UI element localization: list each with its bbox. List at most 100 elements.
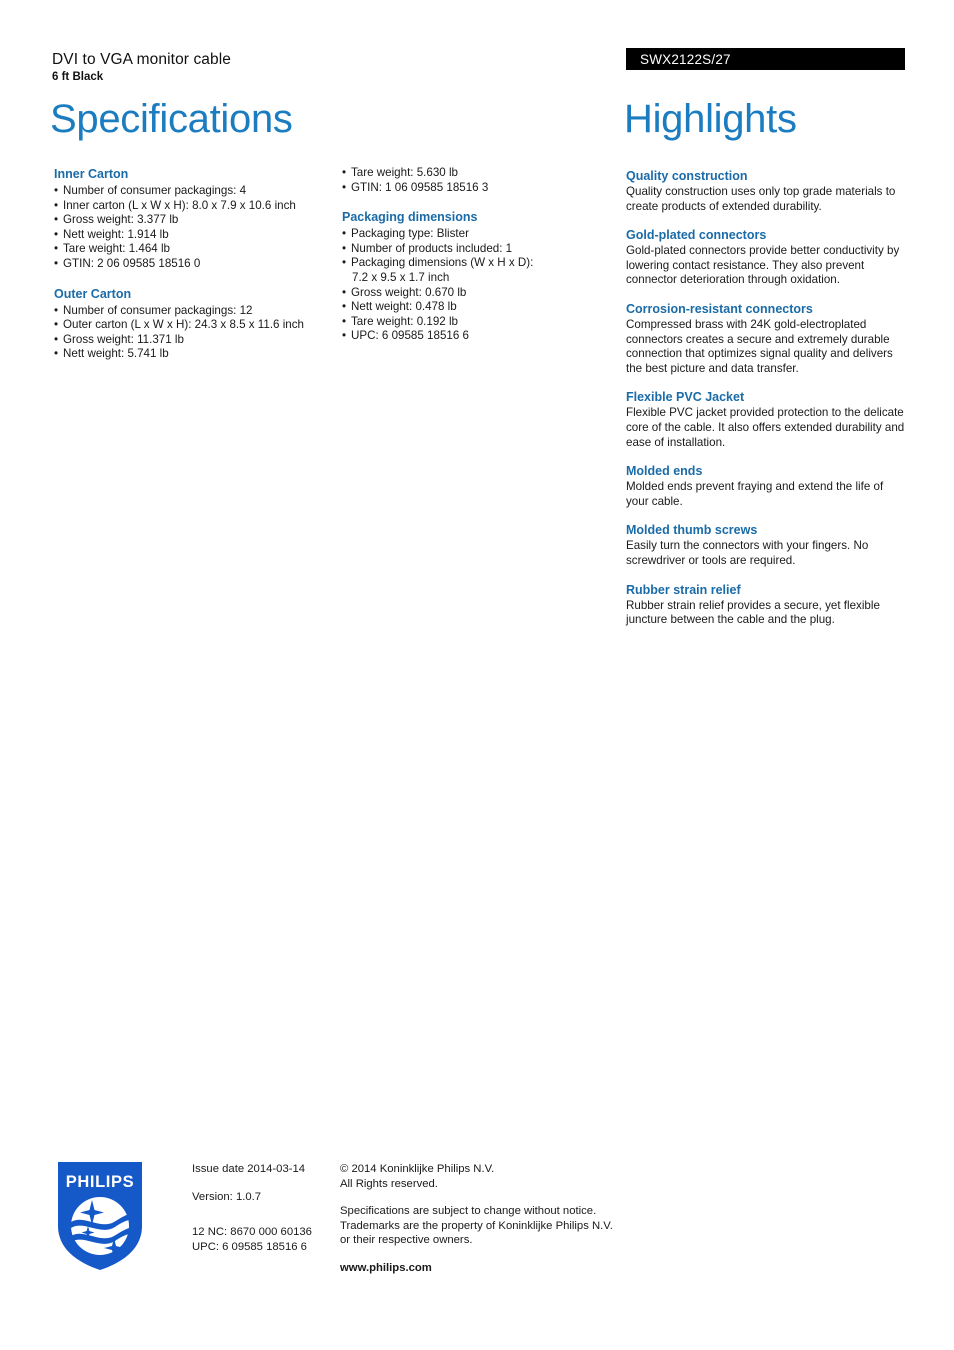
spec-item-text: Packaging dimensions (W x H x D):: [351, 256, 534, 270]
page-title: Specifications: [50, 97, 293, 141]
spec-item-text: Tare weight: 1.464 lb: [63, 242, 170, 256]
bullet-icon: •: [342, 227, 347, 241]
bullet-icon: •: [342, 329, 347, 343]
highlight-block: Rubber strain relief Rubber strain relief…: [626, 582, 908, 628]
copyright-line-1: © 2014 Koninklijke Philips N.V.: [340, 1163, 495, 1175]
highlight-heading: Gold-plated connectors: [626, 228, 767, 243]
spec-item: • Gross weight: 0.670 lb: [342, 286, 617, 301]
spec-group: Outer Carton • Number of consumer packagin…: [54, 286, 334, 362]
spec-item: • Number of consumer packagings: 4: [54, 184, 334, 199]
spec-item: • Number of consumer packagings: 12: [54, 304, 334, 319]
spec-item: • Nett weight: 5.741 lb: [54, 347, 334, 362]
highlight-block: Gold-plated connectors Gold-plated connec…: [626, 227, 908, 288]
spec-item-text: Tare weight: 5.630 lb: [351, 166, 458, 179]
bullet-icon: •: [342, 166, 347, 179]
spec-item: • Inner carton (L x W x H): 8.0 x 7.9 x 1…: [54, 199, 334, 214]
spec-item: • Tare weight: 1.464 lb: [54, 242, 334, 257]
bullet-icon: •: [54, 184, 59, 197]
spec-item-text: Gross weight: 11.371 lb: [63, 332, 184, 346]
highlight-block: Corrosion-resistant connectors Compressed…: [626, 301, 908, 376]
spec-item: • Gross weight: 3.377 lb: [54, 213, 334, 228]
spec-item: • Tare weight: 5.630 lb: [342, 166, 617, 181]
bullet-icon: •: [54, 242, 59, 256]
highlight-body: Flexible PVC jacket provided protection …: [626, 406, 905, 449]
bullet-icon: •: [54, 227, 59, 241]
highlight-heading: Quality construction: [626, 169, 748, 183]
bullet-icon: •: [342, 300, 347, 314]
spec-item: • Nett weight: 0.478 lb: [342, 300, 617, 315]
highlight-block: Flexible PVC Jacket Flexible PVC jacket p…: [626, 389, 908, 450]
spec-group: • Tare weight: 5.630 lb • GTIN: 1 06 09585 …: [342, 166, 617, 195]
spec-item-text: Inner carton (L x W x H): 8.0 x 7.9 x 10…: [63, 198, 296, 212]
spec-item-text: Nett weight: 5.741 lb: [63, 347, 169, 361]
bullet-icon: •: [342, 180, 347, 194]
highlight-block: Quality construction Quality construction…: [626, 168, 908, 214]
highlights-title: Highlights: [624, 97, 797, 141]
highlight-body: Quality construction uses only top grade…: [626, 185, 896, 213]
spec-item-text: Nett weight: 0.478 lb: [351, 300, 457, 314]
highlight-body: Molded ends prevent fraying and extend t…: [626, 480, 884, 508]
philips-logo: PHILIPS: [58, 1162, 142, 1270]
highlight-heading: Molded thumb screws: [626, 523, 758, 538]
footer-legal: © 2014 Koninklijke Philips N.V. All Righ…: [340, 1162, 640, 1276]
highlight-heading: Flexible PVC Jacket: [626, 390, 745, 405]
spec-item-text: Packaging type: Blister: [351, 227, 469, 241]
website-link[interactable]: www.philips.com: [340, 1261, 640, 1276]
footer-identifiers: Issue date 2014-03-14 Version: 1.0.7 12 …: [192, 1162, 332, 1254]
spec-group: Packaging dimensions • Packaging type: Bli…: [342, 209, 617, 344]
spec-item-text: GTIN: 2 06 09585 18516 0: [63, 256, 201, 270]
model-number-bar: SWX2122S/27: [626, 48, 905, 70]
spec-item: • Outer carton (L x W x H): 24.3 x 8.5 x …: [54, 318, 334, 333]
highlight-block: Molded ends Molded ends prevent fraying a…: [626, 463, 908, 509]
upc: UPC: 6 09585 18516 6: [192, 1240, 307, 1253]
spec-item: • Gross weight: 11.371 lb: [54, 333, 334, 348]
spec-item-text: Gross weight: 3.377 lb: [63, 213, 179, 227]
twelve-nc: 12 NC: 8670 000 60136: [192, 1226, 312, 1239]
spec-item-text: Gross weight: 0.670 lb: [351, 285, 467, 299]
highlights-column: Quality construction Quality construction…: [626, 168, 908, 628]
bullet-icon: •: [54, 303, 59, 317]
copyright-line-2: All Rights reserved.: [340, 1177, 438, 1190]
highlight-heading: Rubber strain relief: [626, 582, 741, 597]
bullet-icon: •: [342, 314, 347, 328]
spec-item: • Packaging type: Blister: [342, 227, 617, 242]
specifications-column-2: • Tare weight: 5.630 lb • GTIN: 1 06 09585 …: [342, 166, 617, 344]
disclaimer-line-2: Trademarks are the property of Koninklij…: [340, 1219, 613, 1232]
highlight-heading: Molded ends: [626, 464, 703, 479]
bullet-icon: •: [54, 198, 59, 212]
product-variant: 6 ft Black: [52, 71, 104, 83]
bullet-icon: •: [54, 256, 59, 270]
disclaimer-line-3: or their respective owners.: [340, 1234, 473, 1247]
highlight-body: Gold-plated connectors provide better co…: [626, 244, 900, 287]
spec-item-text: Number of consumer packagings: 12: [63, 303, 253, 317]
spec-item: • GTIN: 1 06 09585 18516 3: [342, 181, 617, 196]
svg-text:PHILIPS: PHILIPS: [66, 1173, 134, 1191]
spec-item-text: Number of consumer packagings: 4: [63, 184, 247, 197]
document-header-left: DVI to VGA monitor cable 6 ft Black: [52, 50, 592, 85]
issue-date: Issue date 2014-03-14: [192, 1163, 306, 1175]
product-name: DVI to VGA monitor cable: [52, 51, 232, 68]
model-number: SWX2122S/27: [640, 52, 731, 67]
spec-item-text: Nett weight: 1.914 lb: [63, 227, 169, 241]
disclaimer-line-1: Specifications are subject to change wit…: [340, 1205, 597, 1218]
bullet-icon: •: [342, 241, 347, 255]
spec-item-text: GTIN: 1 06 09585 18516 3: [351, 180, 489, 194]
spec-item: • Packaging dimensions (W x H x D): 7.2 x …: [342, 256, 617, 285]
spec-item-continuation: 7.2 x 9.5 x 1.7 inch: [352, 270, 450, 284]
bullet-icon: •: [342, 285, 347, 299]
bullet-icon: •: [54, 213, 59, 227]
spec-item: • Number of products included: 1: [342, 242, 617, 257]
spec-group: Inner Carton • Number of consumer packagin…: [54, 166, 334, 272]
spec-item-text: Number of products included: 1: [351, 241, 513, 255]
highlight-heading: Corrosion-resistant connectors: [626, 301, 813, 316]
highlight-block: Molded thumb screws Easily turn the conne…: [626, 522, 908, 568]
spec-group-heading: Packaging dimensions: [342, 210, 478, 225]
spec-group-heading: Inner Carton: [54, 167, 129, 181]
spec-item: • Tare weight: 0.192 lb: [342, 315, 617, 330]
highlight-body: Rubber strain relief provides a secure, …: [626, 598, 880, 627]
spec-item-text: Outer carton (L x W x H): 24.3 x 8.5 x 1…: [63, 318, 304, 332]
